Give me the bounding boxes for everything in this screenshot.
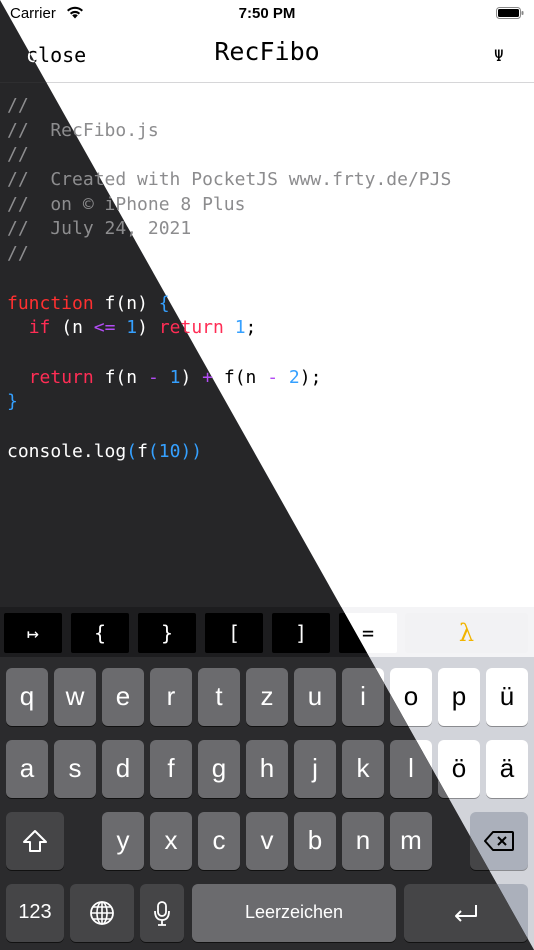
semicolon-token: ;: [245, 317, 257, 339]
number-token: 1: [169, 366, 181, 388]
globe-key[interactable]: [70, 884, 134, 942]
open-bracket-key[interactable]: [: [205, 613, 263, 653]
key-letter[interactable]: i: [342, 668, 384, 726]
key-letter[interactable]: b: [294, 812, 336, 870]
key-letter[interactable]: u: [294, 668, 336, 726]
shift-key[interactable]: [6, 812, 64, 870]
number-token: 1: [234, 317, 246, 339]
operator-token: -: [267, 366, 279, 388]
key-letter[interactable]: h: [246, 740, 288, 798]
keyword-token: function: [7, 292, 94, 314]
battery-icon: [496, 7, 524, 19]
shift-icon: [23, 830, 47, 852]
key-letter[interactable]: m: [390, 812, 432, 870]
identifier-token: n: [126, 366, 138, 388]
number-token: 10: [158, 440, 181, 462]
key-letter[interactable]: d: [102, 740, 144, 798]
key-letter[interactable]: f: [150, 740, 192, 798]
menu-button[interactable]: Ψ: [494, 46, 504, 65]
identifier-token: f: [104, 366, 116, 388]
key-letter[interactable]: s: [54, 740, 96, 798]
paren-token: (: [147, 440, 159, 462]
identifier-token: f: [104, 292, 116, 314]
paren-token: (: [234, 366, 246, 388]
identifier-token: n: [126, 292, 138, 314]
dictation-key[interactable]: [140, 884, 184, 942]
globe-icon: [90, 901, 114, 925]
identifier-token: n: [72, 317, 83, 339]
open-brace-key[interactable]: {: [71, 613, 129, 653]
key-letter[interactable]: c: [198, 812, 240, 870]
paren-token: ): [180, 440, 192, 462]
microphone-icon: [154, 901, 170, 926]
paren-token: (: [115, 292, 127, 314]
key-letter[interactable]: e: [102, 668, 144, 726]
paren-token: (: [61, 317, 73, 339]
key-letter[interactable]: k: [342, 740, 384, 798]
code-line: //: [7, 94, 451, 119]
brace-token: }: [7, 391, 18, 413]
key-letter[interactable]: q: [6, 668, 48, 726]
key-letter[interactable]: n: [342, 812, 384, 870]
identifier-token: n: [245, 366, 257, 388]
key-letter[interactable]: t: [198, 668, 240, 726]
operator-token: <=: [93, 317, 116, 339]
number-token: 2: [288, 366, 300, 388]
status-bar: Carrier 7:50 PM: [0, 0, 534, 28]
key-letter[interactable]: p: [438, 668, 480, 726]
page-title: RecFibo: [214, 37, 320, 66]
key-letter[interactable]: ä: [486, 740, 528, 798]
identifier-token: console.log: [7, 440, 127, 462]
identifier-token: f: [137, 440, 148, 462]
return-icon: [455, 905, 477, 922]
key-letter[interactable]: ö: [438, 740, 480, 798]
key-letter[interactable]: x: [150, 812, 192, 870]
paren-token: ): [180, 366, 192, 388]
backspace-icon: [484, 831, 514, 851]
key-letter[interactable]: w: [54, 668, 96, 726]
numbers-key[interactable]: 123: [6, 884, 64, 942]
operator-token: -: [147, 366, 159, 388]
close-brace-key[interactable]: }: [138, 613, 196, 653]
key-letter[interactable]: v: [246, 812, 288, 870]
paren-token: ): [191, 440, 203, 462]
close-bracket-key[interactable]: ]: [272, 613, 330, 653]
key-letter[interactable]: g: [198, 740, 240, 798]
key-letter[interactable]: a: [6, 740, 48, 798]
paren-token: (: [115, 366, 127, 388]
paren-token: (: [126, 440, 138, 462]
key-letter[interactable]: j: [294, 740, 336, 798]
keyword-token: return: [28, 366, 94, 388]
number-token: 1: [126, 317, 138, 339]
keyword-token: if: [28, 317, 51, 339]
identifier-token: f: [223, 366, 235, 388]
space-key[interactable]: Leerzeichen: [192, 884, 396, 942]
key-letter[interactable]: y: [102, 812, 144, 870]
clock: 7:50 PM: [238, 5, 296, 22]
semicolon-token: ;: [310, 366, 322, 388]
tab-key[interactable]: ↦: [4, 613, 62, 653]
key-letter[interactable]: r: [150, 668, 192, 726]
paren-token: ): [137, 317, 148, 339]
key-letter[interactable]: z: [246, 668, 288, 726]
paren-token: ): [299, 366, 311, 388]
paren-token: ): [137, 292, 148, 314]
key-letter[interactable]: ü: [486, 668, 528, 726]
navigation-bar: close RecFibo Ψ: [0, 28, 534, 82]
lambda-key[interactable]: λ: [405, 613, 528, 653]
nav-divider: [0, 82, 534, 83]
